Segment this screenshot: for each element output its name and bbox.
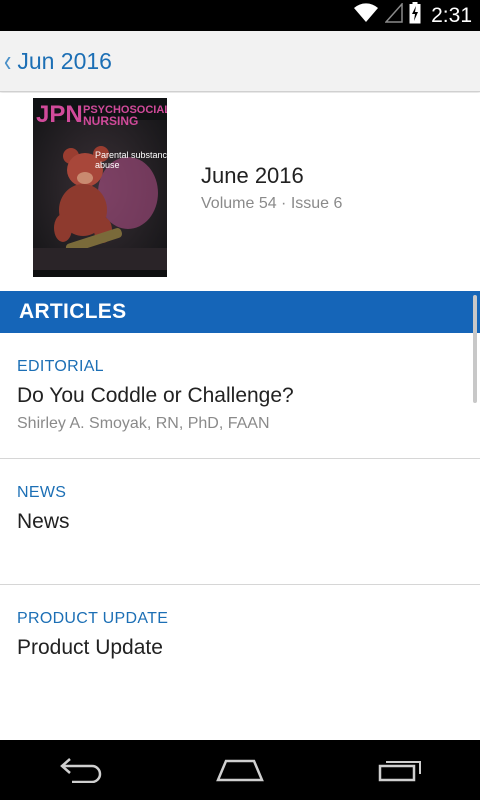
battery-charging-icon xyxy=(409,2,421,29)
issue-title: June 2016 xyxy=(201,163,304,188)
section-header: ARTICLES xyxy=(0,291,480,333)
issue-cover-image[interactable]: JPN PSYCHOSOCIAL NURSING Parental substa… xyxy=(33,98,167,277)
article-category: NEWS xyxy=(17,484,67,501)
scrollbar[interactable] xyxy=(473,295,477,403)
action-bar-title: Jun 2016 xyxy=(17,47,112,74)
action-bar: ‹ Jun 2016 xyxy=(0,31,480,92)
navigation-bar xyxy=(0,740,480,800)
article-title: News xyxy=(17,510,70,533)
wifi-icon xyxy=(353,3,379,28)
list-item[interactable]: NEWS News xyxy=(0,459,480,585)
article-category: EDITORIAL xyxy=(17,358,104,375)
article-authors: Shirley A. Smoyak, RN, PhD, FAAN xyxy=(17,415,270,432)
status-time: 2:31 xyxy=(431,3,472,27)
article-title: Do You Coddle or Challenge? xyxy=(17,384,294,407)
article-list[interactable]: EDITORIAL Do You Coddle or Challenge? Sh… xyxy=(0,333,480,740)
svg-text:abuse: abuse xyxy=(95,160,120,170)
issue-header: JPN PSYCHOSOCIAL NURSING Parental substa… xyxy=(0,93,480,290)
home-icon[interactable] xyxy=(200,740,280,800)
list-item[interactable]: PRODUCT UPDATE Product Update xyxy=(0,585,480,711)
back-icon[interactable] xyxy=(40,740,120,800)
signal-icon xyxy=(384,2,403,28)
svg-text:Parental substance: Parental substance xyxy=(95,150,167,160)
article-category: PRODUCT UPDATE xyxy=(17,610,169,627)
list-item[interactable]: EDITORIAL Do You Coddle or Challenge? Sh… xyxy=(0,333,480,459)
status-icons: 2:31 xyxy=(353,0,472,31)
recent-apps-icon[interactable] xyxy=(360,740,440,800)
back-button[interactable]: ‹ Jun 2016 xyxy=(0,31,112,91)
section-title: ARTICLES xyxy=(19,300,127,323)
chevron-left-icon: ‹ xyxy=(4,42,12,78)
issue-volume: Volume 54 · Issue 6 xyxy=(201,195,343,212)
svg-text:NURSING: NURSING xyxy=(83,114,138,128)
svg-text:JPN: JPN xyxy=(36,101,83,128)
status-bar: 2:31 xyxy=(0,0,480,31)
article-title: Product Update xyxy=(17,636,163,659)
